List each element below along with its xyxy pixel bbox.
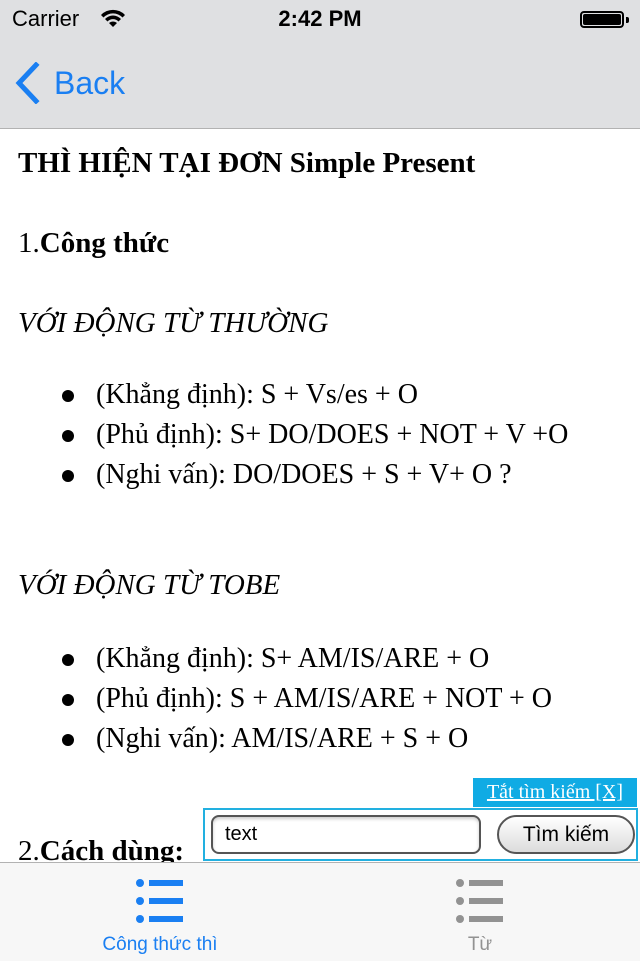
battery-full-icon (580, 11, 624, 28)
section-number: 1. (18, 227, 40, 259)
close-search-link[interactable]: Tắt tìm kiếm [X] (487, 781, 623, 803)
section-title: Công thức (39, 227, 170, 259)
formula-item: (Khẳng định): S + Vs/es + O (0, 375, 626, 415)
formula-item: (Nghi vấn): AM/IS/ARE + S + O (0, 719, 636, 759)
tab-label: Công thức thì (102, 934, 218, 955)
list-icon (456, 879, 503, 923)
list-icon (136, 879, 183, 923)
search-button[interactable]: Tìm kiếm (497, 815, 635, 854)
close-search-box: Tắt tìm kiếm [X] (473, 778, 637, 807)
section-title: Cách dùng: (39, 835, 184, 862)
formula-text: (Khẳng định): S + Vs/es + O (96, 379, 418, 410)
bullet-icon (62, 654, 74, 666)
navigation-bar: Back (0, 40, 640, 129)
formula-text: (Nghi vấn): AM/IS/ARE + S + O (96, 723, 469, 754)
bullet-icon (62, 470, 74, 482)
subsection-tobe-verbs: VỚI ĐỘNG TỪ TOBE (18, 569, 281, 601)
bullet-icon (62, 390, 74, 402)
battery-tip (626, 17, 629, 23)
formula-item: (Nghi vấn): DO/DOES + S + V+ O ? (0, 455, 626, 495)
lesson-content[interactable]: THÌ HIỆN TẠI ĐƠN Simple Present 1.Công t… (0, 129, 640, 862)
back-label: Back (54, 64, 126, 101)
formula-text: (Khẳng định): S+ AM/IS/ARE + O (96, 643, 490, 674)
tobe-verb-formulas: (Khẳng định): S+ AM/IS/ARE + O (Phủ định… (0, 639, 636, 759)
section-heading-formula: 1.Công thức (18, 227, 169, 260)
formula-item: (Phủ định): S+ DO/DOES + NOT + V +O (0, 415, 626, 455)
formula-text: (Phủ định): S+ DO/DOES + NOT + V +O (96, 419, 569, 450)
bullet-icon (62, 430, 74, 442)
formula-item: (Khẳng định): S+ AM/IS/ARE + O (0, 639, 636, 679)
status-bar: Carrier 2:42 PM (0, 0, 640, 40)
section-number: 2. (18, 835, 40, 862)
search-input[interactable] (211, 815, 481, 854)
formula-item: (Phủ định): S + AM/IS/ARE + NOT + O (0, 679, 636, 719)
bullet-icon (62, 694, 74, 706)
regular-verb-formulas: (Khẳng định): S + Vs/es + O (Phủ định): … (0, 375, 626, 495)
back-button[interactable]: Back (14, 62, 125, 104)
tab-label: Từ (467, 934, 493, 955)
formula-text: (Phủ định): S + AM/IS/ARE + NOT + O (96, 683, 553, 714)
tab-formulas[interactable]: Công thức thì (0, 863, 320, 961)
bullet-icon (62, 734, 74, 746)
tab-words[interactable]: Từ (320, 863, 640, 961)
chevron-left-icon (15, 62, 40, 104)
clock: 2:42 PM (278, 6, 362, 31)
subsection-regular-verbs: VỚI ĐỘNG TỪ THƯỜNG (18, 307, 329, 339)
section-heading-usage: 2.Cách dùng: (18, 835, 184, 862)
lesson-title: THÌ HIỆN TẠI ĐƠN Simple Present (18, 147, 476, 179)
formula-text: (Nghi vấn): DO/DOES + S + V+ O ? (96, 459, 512, 490)
tab-bar: Công thức thì Từ (0, 862, 640, 961)
search-panel: Tìm kiếm (203, 808, 638, 861)
